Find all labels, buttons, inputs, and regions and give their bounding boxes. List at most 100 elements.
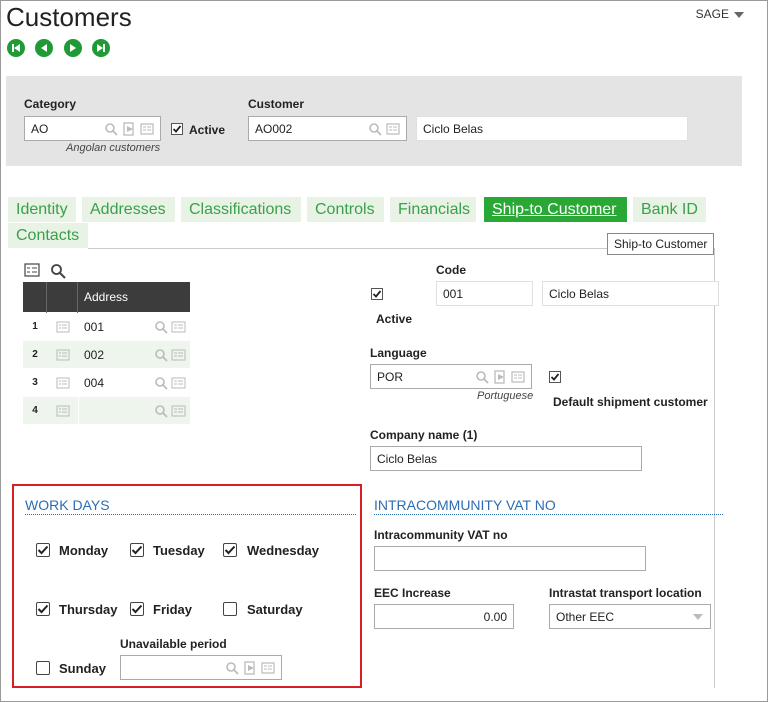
company-name-label: Company name (1) (370, 428, 478, 442)
row-detail-icon[interactable] (56, 321, 70, 333)
tab-controls[interactable]: Controls (307, 197, 384, 222)
address-grid: Address 1 001 2 002 3 004 4 (23, 281, 190, 425)
customer-name-field: Ciclo Belas (416, 116, 688, 141)
grid-column-address: Address (84, 290, 129, 304)
thursday-label: Thursday (59, 602, 118, 617)
search-icon[interactable] (368, 122, 382, 136)
intrastat-select[interactable]: Other EEC (549, 604, 711, 629)
eec-increase-label: EEC Increase (374, 586, 451, 600)
grid-options-icon[interactable] (24, 263, 40, 277)
search-icon[interactable] (154, 376, 168, 390)
tab-tooltip: Ship-to Customer (607, 233, 715, 255)
grid-header: Address (23, 281, 190, 313)
tab-classifications[interactable]: Classifications (181, 197, 301, 222)
address-cell[interactable]: 001 (78, 320, 154, 334)
default-shipment-label: Default shipment customer (553, 395, 708, 409)
search-icon[interactable] (154, 404, 168, 418)
tuesday-checkbox[interactable] (130, 543, 144, 557)
tab-contacts[interactable]: Contacts (8, 223, 88, 248)
search-icon[interactable] (475, 370, 489, 384)
row-detail-icon[interactable] (56, 377, 70, 389)
table-row[interactable]: 3 004 (23, 369, 190, 397)
user-menu[interactable]: SAGE (696, 7, 744, 21)
vat-section-title: INTRACOMMUNITY VAT NO (374, 497, 556, 513)
thursday-checkbox[interactable] (36, 602, 50, 616)
checkmark-icon (37, 604, 49, 614)
table-row[interactable]: 1 001 (23, 313, 190, 341)
row-number: 3 (32, 377, 38, 388)
detail-card-icon[interactable] (171, 404, 187, 418)
detail-card-icon[interactable] (171, 376, 187, 390)
friday-label: Friday (153, 602, 193, 617)
row-number: 1 (32, 321, 38, 332)
category-field[interactable]: AO (24, 116, 161, 141)
row-number: 4 (32, 405, 38, 416)
active-checkbox[interactable] (171, 123, 183, 135)
skip-first-icon (12, 44, 20, 52)
search-icon[interactable] (104, 122, 118, 136)
saturday-checkbox[interactable] (223, 602, 237, 616)
tab-addresses[interactable]: Addresses (82, 197, 175, 222)
checkmark-icon (37, 545, 49, 555)
customer-field[interactable]: AO002 (248, 116, 407, 141)
friday-checkbox[interactable] (130, 602, 144, 616)
language-field[interactable]: POR (370, 364, 532, 389)
code-description-field: Ciclo Belas (542, 281, 719, 306)
tab-bank-id[interactable]: Bank ID (633, 197, 706, 222)
address-cell[interactable]: 002 (78, 348, 154, 362)
last-record-button[interactable] (92, 39, 110, 57)
intrastat-label: Intrastat transport location (549, 586, 702, 600)
search-icon[interactable] (225, 661, 239, 675)
tab-identity[interactable]: Identity (8, 197, 76, 222)
previous-record-button[interactable] (35, 39, 53, 57)
open-record-icon[interactable] (122, 121, 136, 136)
table-row[interactable]: 4 (23, 396, 190, 425)
ship-to-active-checkbox[interactable] (371, 288, 383, 300)
detail-card-icon[interactable] (171, 348, 187, 362)
customer-value: AO002 (255, 121, 293, 136)
tab-financials[interactable]: Financials (390, 197, 476, 222)
checkmark-icon (372, 290, 382, 298)
intrastat-value: Other EEC (556, 609, 615, 624)
default-shipment-checkbox[interactable] (549, 371, 561, 383)
vat-section-rule (374, 514, 723, 515)
checkmark-icon (224, 545, 236, 555)
vat-field[interactable] (374, 546, 646, 571)
wednesday-checkbox[interactable] (223, 543, 237, 557)
code-description: Ciclo Belas (549, 286, 610, 301)
detail-card-icon[interactable] (140, 122, 154, 136)
table-row[interactable]: 2 002 (23, 341, 190, 369)
detail-card-icon[interactable] (511, 370, 525, 384)
search-icon[interactable] (154, 348, 168, 362)
monday-checkbox[interactable] (36, 543, 50, 557)
detail-card-icon[interactable] (171, 320, 187, 334)
row-detail-icon[interactable] (56, 349, 70, 361)
detail-card-icon[interactable] (261, 661, 275, 675)
detail-card-icon[interactable] (386, 122, 400, 136)
monday-label: Monday (59, 543, 109, 558)
next-record-button[interactable] (64, 39, 82, 57)
unavailable-period-field[interactable] (120, 655, 282, 680)
checkmark-icon (172, 125, 182, 133)
first-record-button[interactable] (7, 39, 25, 57)
open-record-icon[interactable] (493, 369, 507, 384)
open-record-icon[interactable] (243, 660, 257, 675)
language-label: Language (370, 346, 427, 360)
row-detail-icon[interactable] (56, 405, 70, 417)
language-value: POR (377, 369, 404, 384)
wednesday-label: Wednesday (247, 543, 320, 558)
checkmark-icon (131, 604, 143, 614)
company-name-field[interactable]: Ciclo Belas (370, 446, 642, 471)
sunday-checkbox[interactable] (36, 661, 50, 675)
search-icon[interactable] (154, 320, 168, 334)
next-icon (70, 44, 76, 52)
address-cell[interactable] (78, 396, 154, 425)
code-field[interactable]: 001 (436, 281, 533, 306)
tab-ship-to-customer[interactable]: Ship-to Customer (484, 197, 627, 222)
row-number: 2 (32, 349, 38, 360)
eec-increase-field[interactable]: 0.00 (374, 604, 514, 629)
address-cell[interactable]: 004 (78, 376, 154, 390)
code-value: 001 (443, 286, 464, 301)
category-label: Category (24, 97, 77, 111)
search-icon[interactable] (50, 263, 66, 279)
